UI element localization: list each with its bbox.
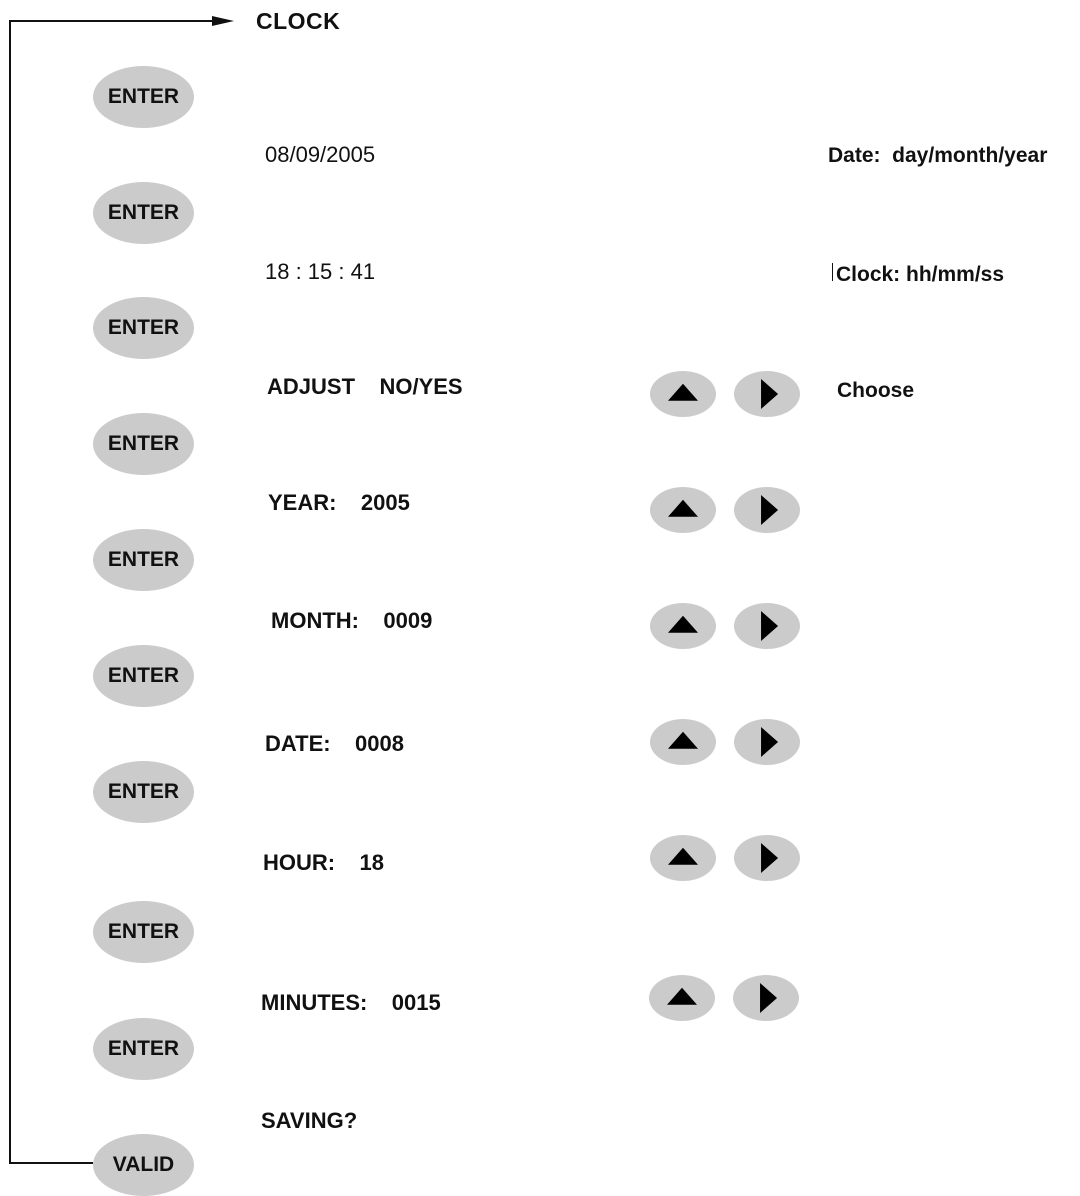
up-button-month[interactable] (650, 603, 716, 649)
enter-button-6[interactable]: ENTER (93, 645, 194, 707)
enter-button-8[interactable]: ENTER (93, 901, 194, 963)
right-button-adjust[interactable] (734, 371, 800, 417)
month-step: MONTH: 0009 (271, 608, 433, 633)
saving-step: SAVING? (261, 1108, 358, 1133)
hour-step: HOUR: 18 (263, 850, 385, 875)
triangle-right-icon (760, 983, 778, 1013)
triangle-right-icon (761, 727, 779, 757)
triangle-up-icon (668, 499, 698, 517)
enter-button-5[interactable]: ENTER (93, 529, 194, 591)
year-step: YEAR: 2005 (268, 490, 410, 515)
loop-line-bottom (9, 1162, 93, 1164)
triangle-right-icon (761, 611, 779, 641)
up-button-year[interactable] (650, 487, 716, 533)
diagram-title: CLOCK (256, 8, 341, 34)
minutes-step: MINUTES: 0015 (261, 990, 441, 1015)
enter-button-7[interactable]: ENTER (93, 761, 194, 823)
triangle-up-icon (668, 383, 698, 401)
up-button-minutes[interactable] (649, 975, 715, 1021)
loop-line-vertical (9, 20, 11, 1163)
date-step: DATE: 0008 (265, 731, 404, 756)
date-display: 08/09/2005 (265, 142, 376, 167)
up-button-hour[interactable] (650, 835, 716, 881)
triangle-right-icon (761, 379, 779, 409)
up-button-adjust[interactable] (650, 371, 716, 417)
triangle-up-icon (668, 847, 698, 865)
triangle-right-icon (761, 843, 779, 873)
enter-button-1[interactable]: ENTER (93, 66, 194, 128)
clock-format-note: Clock: hh/mm/ss (836, 263, 1005, 286)
adjust-step: ADJUST NO/YES (267, 374, 463, 399)
text-cursor (832, 263, 833, 281)
valid-button[interactable]: VALID (93, 1134, 194, 1196)
right-button-minutes[interactable] (733, 975, 799, 1021)
right-button-month[interactable] (734, 603, 800, 649)
triangle-right-icon (761, 495, 779, 525)
date-format-note: Date: day/month/year (828, 144, 1048, 167)
triangle-up-icon (668, 615, 698, 633)
triangle-up-icon (668, 731, 698, 749)
enter-button-2[interactable]: ENTER (93, 182, 194, 244)
enter-button-3[interactable]: ENTER (93, 297, 194, 359)
enter-button-4[interactable]: ENTER (93, 413, 194, 475)
loop-arrowhead-icon (212, 16, 234, 26)
right-button-hour[interactable] (734, 835, 800, 881)
enter-button-9[interactable]: ENTER (93, 1018, 194, 1080)
right-button-date[interactable] (734, 719, 800, 765)
up-button-date[interactable] (650, 719, 716, 765)
choose-note: Choose (837, 379, 915, 402)
triangle-up-icon (667, 987, 697, 1005)
time-display: 18 : 15 : 41 (265, 259, 376, 284)
loop-line-top (9, 20, 215, 22)
right-button-year[interactable] (734, 487, 800, 533)
